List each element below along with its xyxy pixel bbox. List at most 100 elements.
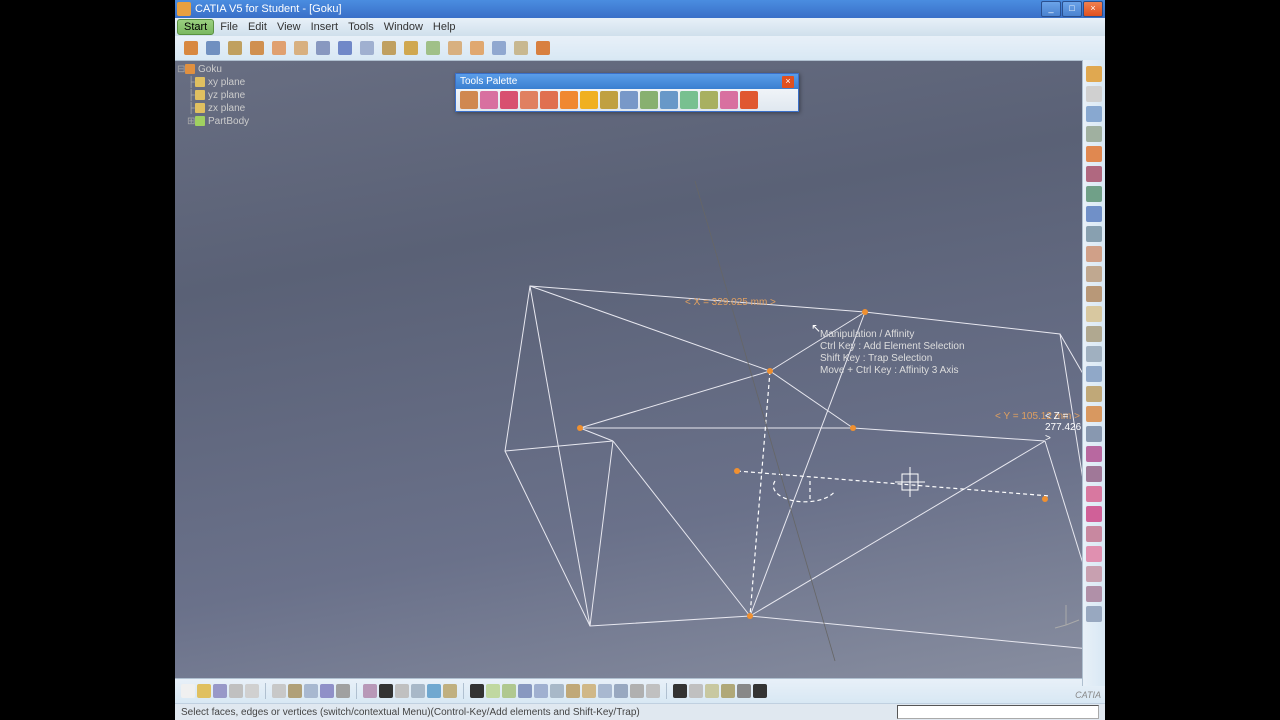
bottom-tool-24[interactable]	[598, 684, 612, 698]
palette-tool-14[interactable]	[740, 91, 758, 109]
toolbar-button-3[interactable]	[247, 38, 267, 58]
bottom-tool-17[interactable]	[486, 684, 500, 698]
tree-root[interactable]: Goku	[198, 64, 222, 75]
toolbar-button-2[interactable]	[225, 38, 245, 58]
bottom-tool-6[interactable]	[288, 684, 302, 698]
side-tool-10[interactable]	[1086, 266, 1102, 282]
palette-tool-3[interactable]	[520, 91, 538, 109]
toolbar-button-13[interactable]	[467, 38, 487, 58]
menu-help[interactable]: Help	[433, 21, 456, 33]
spec-tree[interactable]: ⊟Goku ├xy plane ├yz plane ├zx plane ⊞Par…	[177, 63, 249, 128]
bottom-tool-15[interactable]	[443, 684, 457, 698]
side-tool-17[interactable]	[1086, 406, 1102, 422]
side-tool-3[interactable]	[1086, 126, 1102, 142]
palette-close-icon[interactable]: ×	[782, 76, 794, 88]
menu-window[interactable]: Window	[384, 21, 423, 33]
side-tool-16[interactable]	[1086, 386, 1102, 402]
bottom-tool-25[interactable]	[614, 684, 628, 698]
bottom-tool-22[interactable]	[566, 684, 580, 698]
side-tool-26[interactable]	[1086, 586, 1102, 602]
side-tool-12[interactable]	[1086, 306, 1102, 322]
bottom-tool-27[interactable]	[646, 684, 660, 698]
palette-tool-6[interactable]	[580, 91, 598, 109]
side-tool-2[interactable]	[1086, 106, 1102, 122]
bottom-tool-10[interactable]	[363, 684, 377, 698]
toolbar-button-9[interactable]	[379, 38, 399, 58]
bottom-tool-30[interactable]	[705, 684, 719, 698]
palette-tool-13[interactable]	[720, 91, 738, 109]
side-tool-21[interactable]	[1086, 486, 1102, 502]
toolbar-button-12[interactable]	[445, 38, 465, 58]
palette-tool-11[interactable]	[680, 91, 698, 109]
bottom-tool-14[interactable]	[427, 684, 441, 698]
palette-tool-1[interactable]	[480, 91, 498, 109]
maximize-button[interactable]: □	[1062, 1, 1082, 17]
bottom-tool-20[interactable]	[534, 684, 548, 698]
toolbar-button-7[interactable]	[335, 38, 355, 58]
menu-insert[interactable]: Insert	[311, 21, 339, 33]
viewport-3d[interactable]: ⊟Goku ├xy plane ├yz plane ├zx plane ⊞Par…	[175, 61, 1105, 678]
toolbar-button-11[interactable]	[423, 38, 443, 58]
palette-tool-5[interactable]	[560, 91, 578, 109]
bottom-tool-2[interactable]	[213, 684, 227, 698]
bottom-tool-23[interactable]	[582, 684, 596, 698]
bottom-tool-4[interactable]	[245, 684, 259, 698]
palette-tool-4[interactable]	[540, 91, 558, 109]
tree-item[interactable]: zx plane	[208, 103, 245, 114]
tree-item[interactable]: yz plane	[208, 90, 245, 101]
toolbar-button-15[interactable]	[511, 38, 531, 58]
bottom-tool-32[interactable]	[737, 684, 751, 698]
status-input[interactable]	[897, 705, 1099, 719]
side-tool-24[interactable]	[1086, 546, 1102, 562]
palette-tool-8[interactable]	[620, 91, 638, 109]
side-tool-27[interactable]	[1086, 606, 1102, 622]
side-tool-4[interactable]	[1086, 146, 1102, 162]
side-tool-0[interactable]	[1086, 66, 1102, 82]
bottom-tool-21[interactable]	[550, 684, 564, 698]
bottom-tool-18[interactable]	[502, 684, 516, 698]
compass-icon[interactable]	[1051, 600, 1081, 630]
side-tool-18[interactable]	[1086, 426, 1102, 442]
side-tool-6[interactable]	[1086, 186, 1102, 202]
bottom-tool-11[interactable]	[379, 684, 393, 698]
bottom-tool-0[interactable]	[181, 684, 195, 698]
toolbar-button-0[interactable]	[181, 38, 201, 58]
palette-tool-10[interactable]	[660, 91, 678, 109]
toolbar-button-5[interactable]	[291, 38, 311, 58]
tools-palette[interactable]: Tools Palette×	[455, 73, 799, 112]
side-tool-25[interactable]	[1086, 566, 1102, 582]
bottom-tool-19[interactable]	[518, 684, 532, 698]
menu-tools[interactable]: Tools	[348, 21, 374, 33]
menu-file[interactable]: File	[220, 21, 238, 33]
bottom-tool-33[interactable]	[753, 684, 767, 698]
side-tool-23[interactable]	[1086, 526, 1102, 542]
side-tool-11[interactable]	[1086, 286, 1102, 302]
bottom-tool-28[interactable]	[673, 684, 687, 698]
menu-view[interactable]: View	[277, 21, 301, 33]
side-tool-9[interactable]	[1086, 246, 1102, 262]
toolbar-button-4[interactable]	[269, 38, 289, 58]
toolbar-button-6[interactable]	[313, 38, 333, 58]
menu-edit[interactable]: Edit	[248, 21, 267, 33]
bottom-tool-13[interactable]	[411, 684, 425, 698]
palette-tool-0[interactable]	[460, 91, 478, 109]
toolbar-button-14[interactable]	[489, 38, 509, 58]
start-menu[interactable]: Start	[177, 19, 214, 35]
bottom-tool-12[interactable]	[395, 684, 409, 698]
bottom-tool-26[interactable]	[630, 684, 644, 698]
side-tool-7[interactable]	[1086, 206, 1102, 222]
bottom-tool-31[interactable]	[721, 684, 735, 698]
bottom-tool-16[interactable]	[470, 684, 484, 698]
bottom-tool-5[interactable]	[272, 684, 286, 698]
toolbar-button-1[interactable]	[203, 38, 223, 58]
bottom-tool-9[interactable]	[336, 684, 350, 698]
close-button[interactable]: ×	[1083, 1, 1103, 17]
palette-tool-7[interactable]	[600, 91, 618, 109]
side-tool-5[interactable]	[1086, 166, 1102, 182]
bottom-tool-1[interactable]	[197, 684, 211, 698]
palette-tool-12[interactable]	[700, 91, 718, 109]
side-tool-19[interactable]	[1086, 446, 1102, 462]
toolbar-button-10[interactable]	[401, 38, 421, 58]
bottom-tool-3[interactable]	[229, 684, 243, 698]
side-tool-15[interactable]	[1086, 366, 1102, 382]
